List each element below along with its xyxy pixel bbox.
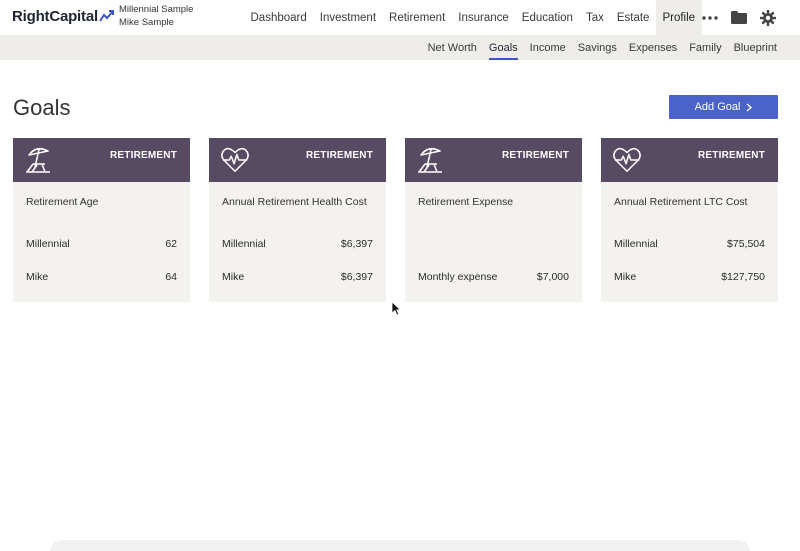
brand-logo[interactable]: RightCapital bbox=[12, 7, 115, 25]
nav-item-profile[interactable]: Profile bbox=[655, 0, 702, 35]
card-badge: RETIREMENT bbox=[502, 150, 569, 161]
nav-item-insurance[interactable]: Insurance bbox=[452, 0, 516, 35]
nav-item-estate[interactable]: Estate bbox=[610, 0, 656, 35]
card-header: RETIREMENT bbox=[405, 138, 582, 182]
card-badge: RETIREMENT bbox=[110, 150, 177, 161]
card-title: Annual Retirement LTC Cost bbox=[614, 196, 748, 208]
card-row: Millennial $75,504 bbox=[614, 238, 765, 252]
add-goal-button[interactable]: Add Goal bbox=[669, 95, 778, 119]
row-value: $7,000 bbox=[536, 271, 569, 283]
card-row: Monthly expense $7,000 bbox=[418, 271, 569, 285]
row-label: Millennial bbox=[614, 238, 658, 250]
row-label: Mike bbox=[26, 271, 49, 283]
gear-icon[interactable] bbox=[758, 8, 778, 28]
brand-name: RightCapital bbox=[12, 7, 98, 25]
nav-item-investment[interactable]: Investment bbox=[313, 0, 382, 35]
card-header: RETIREMENT bbox=[13, 138, 190, 182]
heart-pulse-icon bbox=[613, 147, 641, 172]
card-title: Retirement Expense bbox=[418, 196, 514, 208]
goal-cards: RETIREMENT Retirement Age Millennial 62 … bbox=[13, 138, 778, 302]
tab-goals[interactable]: Goals bbox=[483, 35, 524, 60]
brand-chart-icon bbox=[99, 10, 114, 22]
goal-card-ltc-cost[interactable]: RETIREMENT Annual Retirement LTC Cost Mi… bbox=[601, 138, 778, 302]
card-row: Mike 64 bbox=[26, 271, 177, 285]
row-value: $6,397 bbox=[340, 271, 373, 283]
card-badge: RETIREMENT bbox=[306, 150, 373, 161]
tab-savings[interactable]: Savings bbox=[572, 35, 623, 60]
row-value: $127,750 bbox=[721, 271, 765, 283]
tab-net-worth[interactable]: Net Worth bbox=[422, 35, 483, 60]
beach-umbrella-icon bbox=[418, 147, 442, 173]
card-row bbox=[418, 238, 569, 252]
nav-item-tax[interactable]: Tax bbox=[579, 0, 610, 35]
row-value: $6,397 bbox=[340, 238, 373, 250]
row-value: $75,504 bbox=[727, 238, 765, 250]
card-header: RETIREMENT bbox=[209, 138, 386, 182]
row-label: Mike bbox=[222, 271, 245, 283]
folder-icon[interactable] bbox=[729, 8, 749, 28]
card-title: Retirement Age bbox=[26, 196, 99, 208]
card-title: Annual Retirement Health Cost bbox=[222, 196, 367, 208]
sub-navigation-bar: Net Worth Goals Income Savings Expenses … bbox=[0, 35, 800, 60]
row-label: Monthly expense bbox=[418, 271, 498, 283]
row-label: Millennial bbox=[26, 238, 70, 250]
nav-item-education[interactable]: Education bbox=[515, 0, 579, 35]
nav-item-retirement[interactable]: Retirement bbox=[383, 0, 452, 35]
card-row: Millennial $6,397 bbox=[222, 238, 373, 252]
card-row: Mike $127,750 bbox=[614, 271, 765, 285]
add-goal-label: Add Goal bbox=[694, 101, 741, 113]
goal-card-retirement-expense[interactable]: RETIREMENT Retirement Expense Monthly ex… bbox=[405, 138, 582, 302]
heart-pulse-icon bbox=[221, 147, 249, 172]
client-selector[interactable]: Millennial Sample Mike Sample bbox=[119, 3, 193, 29]
tab-income[interactable]: Income bbox=[524, 35, 572, 60]
more-icon[interactable] bbox=[700, 8, 720, 28]
client-primary: Millennial Sample bbox=[119, 4, 194, 15]
goal-card-health-cost[interactable]: RETIREMENT Annual Retirement Health Cost… bbox=[209, 138, 386, 302]
page-title: Goals bbox=[13, 95, 71, 120]
nav-icon-group bbox=[700, 0, 778, 35]
tab-expenses[interactable]: Expenses bbox=[623, 35, 683, 60]
profile-subnav: Net Worth Goals Income Savings Expenses … bbox=[422, 35, 783, 60]
beach-umbrella-icon bbox=[26, 147, 50, 173]
tab-family[interactable]: Family bbox=[683, 35, 727, 60]
top-navigation-bar: RightCapital Millennial Sample Mike Samp… bbox=[0, 0, 800, 35]
tab-blueprint[interactable]: Blueprint bbox=[728, 35, 783, 60]
card-row: Mike $6,397 bbox=[222, 271, 373, 285]
main-nav: Dashboard Investment Retirement Insuranc… bbox=[244, 0, 702, 35]
mouse-cursor-icon bbox=[392, 302, 402, 316]
row-value: 62 bbox=[165, 238, 177, 250]
card-header: RETIREMENT bbox=[601, 138, 778, 182]
row-label: Mike bbox=[614, 271, 637, 283]
row-label: Millennial bbox=[222, 238, 266, 250]
chevron-right-icon bbox=[746, 102, 753, 112]
row-value: 64 bbox=[165, 271, 177, 283]
card-badge: RETIREMENT bbox=[698, 150, 765, 161]
card-row: Millennial 62 bbox=[26, 238, 177, 252]
bottom-panel-edge bbox=[50, 540, 750, 551]
goal-card-retirement-age[interactable]: RETIREMENT Retirement Age Millennial 62 … bbox=[13, 138, 190, 302]
nav-item-dashboard[interactable]: Dashboard bbox=[244, 0, 313, 35]
client-secondary: Mike Sample bbox=[119, 17, 174, 28]
